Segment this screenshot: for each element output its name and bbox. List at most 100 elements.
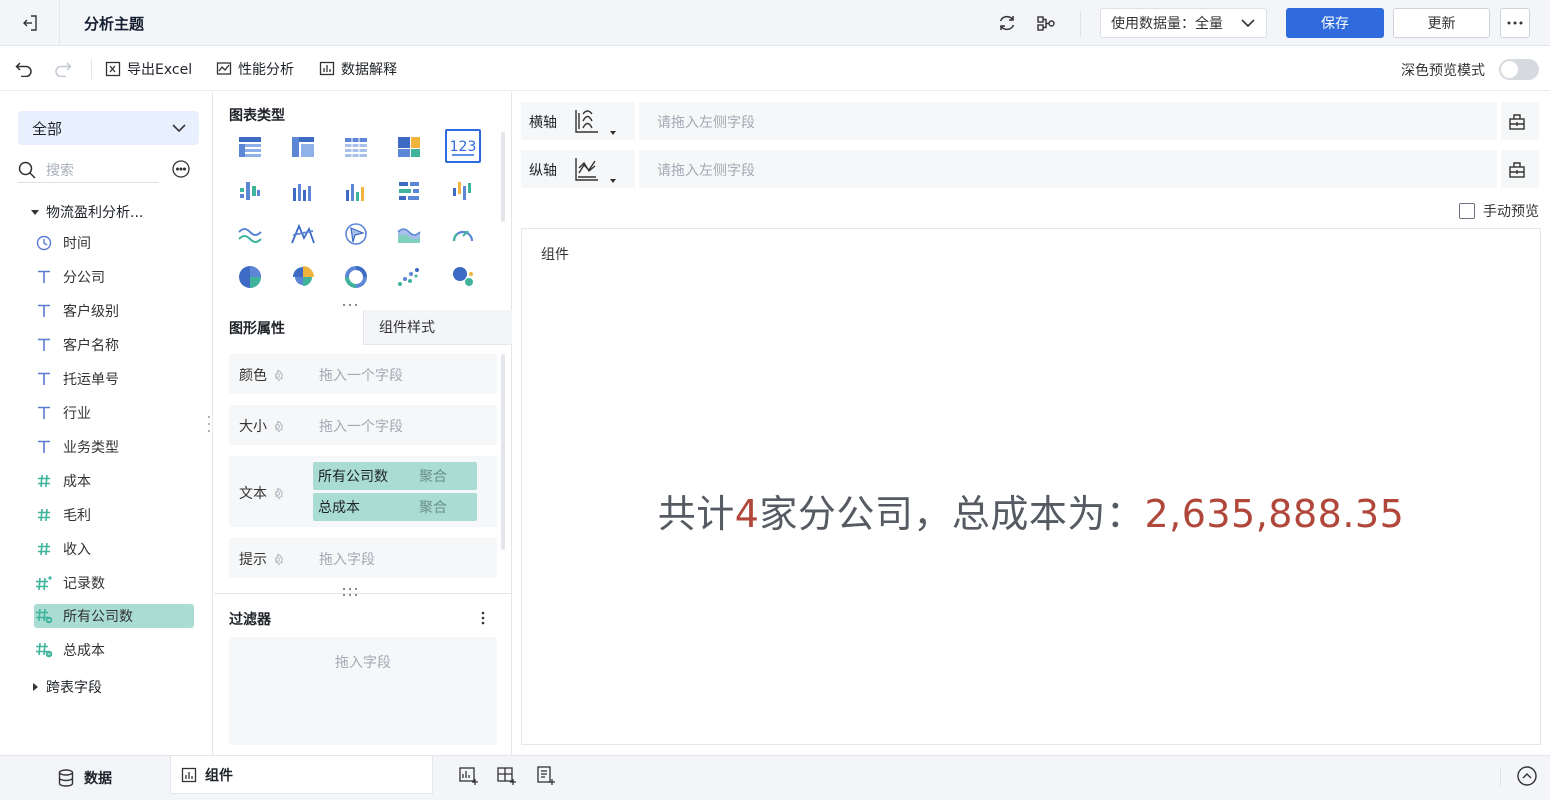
y-axis-label: 纵轴 [529, 163, 557, 179]
field-item-time[interactable]: 时间 [34, 231, 194, 255]
pill-aggregation[interactable]: 聚合 [419, 466, 447, 486]
x-axis-settings-button[interactable] [1507, 112, 1527, 132]
scope-select[interactable]: 全部 [18, 111, 199, 145]
refresh-button[interactable] [995, 11, 1019, 35]
y-axis-drop-zone[interactable]: 纵轴 请拖入左侧字段 [521, 150, 1539, 188]
field-item-cost[interactable]: 成本 [34, 469, 194, 493]
data-explain-button[interactable]: 数据解释 [319, 58, 397, 80]
chart-type-polar[interactable] [338, 217, 374, 251]
field-item-business-type[interactable]: 业务类型 [34, 435, 194, 459]
number-type-icon [34, 471, 54, 491]
field-item-all-company-count[interactable]: 所有公司数 [34, 604, 194, 628]
x-axis-drop-zone[interactable]: 横轴 请拖入左侧字段 [521, 102, 1539, 140]
add-chart-icon [458, 765, 480, 787]
manual-preview-checkbox[interactable]: 手动预览 [1459, 201, 1539, 221]
chart-type-scrollbar[interactable] [501, 132, 505, 222]
chart-type-cross-table[interactable] [285, 130, 321, 164]
dark-mode-label: 深色预览模式 [1401, 63, 1485, 79]
filter-drop-zone[interactable]: 拖入字段 [229, 637, 497, 745]
scatter-chart-icon [397, 266, 421, 288]
checkbox[interactable] [1459, 203, 1475, 219]
exit-button[interactable] [0, 0, 60, 46]
top-bar: 分析主题 使用数据量：全量 保存 更新 [0, 0, 1550, 46]
chart-type-pie[interactable] [232, 260, 268, 294]
chart-type-line[interactable] [232, 217, 268, 251]
search-input[interactable]: 搜索 [18, 157, 159, 183]
x-axis-label: 横轴 [529, 115, 557, 131]
chart-type-table[interactable] [232, 130, 268, 164]
cross-table-node[interactable]: 跨表字段 [30, 677, 102, 697]
field-label: 客户级别 [63, 304, 119, 320]
chart-type-grouped-table[interactable] [232, 174, 268, 208]
field-item-branch[interactable]: 分公司 [34, 265, 194, 289]
properties-scrollbar[interactable] [501, 354, 505, 550]
field-item-waybill[interactable]: 托运单号 [34, 367, 194, 391]
relation-button[interactable] [1034, 11, 1058, 35]
field-item-industry[interactable]: 行业 [34, 401, 194, 425]
add-component-button[interactable] [458, 765, 480, 787]
field-item-customer-name[interactable]: 客户名称 [34, 333, 194, 357]
chart-type-multi-column[interactable] [338, 174, 374, 208]
field-label: 毛利 [63, 508, 91, 524]
add-dashboard-button[interactable] [496, 765, 518, 787]
chart-type-stacked-column[interactable] [445, 174, 481, 208]
performance-analysis-button[interactable]: 性能分析 [216, 58, 294, 80]
chart-type-radar[interactable] [285, 217, 321, 251]
field-item-total-cost[interactable]: 总成本 [34, 638, 194, 662]
chart-type-area[interactable] [391, 217, 427, 251]
chart-type-bar[interactable] [391, 174, 427, 208]
tooltip-drop-zone[interactable]: 提示 拖入字段 [229, 538, 497, 578]
text-field-pill[interactable]: 所有公司数 聚合 [313, 462, 477, 490]
color-drop-zone[interactable]: 颜色 拖入一个字段 [229, 354, 497, 394]
dataset-node[interactable]: 物流盈利分析... [30, 202, 143, 222]
y-axis-type-icon[interactable] [573, 157, 616, 183]
tooltip-label-text: 提示 [239, 552, 267, 568]
chart-type-treemap[interactable] [391, 130, 427, 164]
tab-data[interactable]: 数据 [0, 756, 170, 800]
field-item-revenue[interactable]: 收入 [34, 537, 194, 561]
export-excel-button[interactable]: 导出Excel [105, 58, 192, 80]
x-axis-type-icon[interactable] [573, 109, 616, 135]
y-axis-placeholder: 请拖入左侧字段 [657, 163, 755, 179]
settings-icon [271, 420, 284, 433]
update-button[interactable]: 更新 [1393, 8, 1490, 38]
tab-component[interactable]: 组件 [170, 756, 433, 794]
field-item-customer-level[interactable]: 客户级别 [34, 299, 194, 323]
pill-aggregation[interactable]: 聚合 [419, 497, 447, 517]
field-options-button[interactable] [171, 159, 191, 179]
field-item-record-count[interactable]: 记录数 [34, 571, 194, 595]
save-button[interactable]: 保存 [1286, 8, 1384, 38]
redo-button[interactable] [52, 58, 74, 80]
dark-mode-toggle[interactable] [1499, 59, 1539, 80]
calc-field-icon [34, 640, 54, 660]
bottom-bar: 数据 组件 [0, 755, 1550, 800]
chart-type-scatter[interactable] [391, 260, 427, 294]
chart-type-column[interactable] [285, 174, 321, 208]
text-drop-zone[interactable]: 文本 所有公司数 聚合 总成本 聚合 [229, 456, 497, 527]
chart-type-bubble[interactable] [445, 260, 481, 294]
divider [214, 593, 512, 594]
data-usage-select[interactable]: 使用数据量：全量 [1100, 8, 1267, 38]
manual-preview-label: 手动预览 [1483, 204, 1539, 220]
undo-button[interactable] [13, 58, 35, 80]
chart-type-donut[interactable] [338, 260, 374, 294]
y-axis-settings-button[interactable] [1507, 160, 1527, 180]
collapse-button[interactable] [1516, 765, 1538, 787]
chart-type-kpi-text[interactable]: 123 [445, 129, 481, 163]
tab-graphic-properties[interactable]: 图形属性 [214, 310, 363, 345]
size-drop-zone[interactable]: 大小 拖入一个字段 [229, 405, 497, 445]
field-item-gross-profit[interactable]: 毛利 [34, 503, 194, 527]
tab-component-style[interactable]: 组件样式 [363, 310, 512, 345]
text-label: 文本 [239, 483, 284, 503]
table-icon [238, 136, 262, 158]
add-story-button[interactable] [535, 765, 557, 787]
chart-type-rose[interactable] [285, 260, 321, 294]
text-type-icon [34, 369, 54, 389]
section-resize-handle[interactable] [341, 586, 359, 598]
text-field-pill[interactable]: 总成本 聚合 [313, 493, 477, 521]
chart-type-detail-table[interactable] [338, 130, 374, 164]
company-count-value: 4 [734, 492, 760, 536]
more-button[interactable] [1500, 8, 1530, 38]
filter-more-button[interactable] [476, 610, 490, 626]
chart-type-gauge[interactable] [445, 217, 481, 251]
